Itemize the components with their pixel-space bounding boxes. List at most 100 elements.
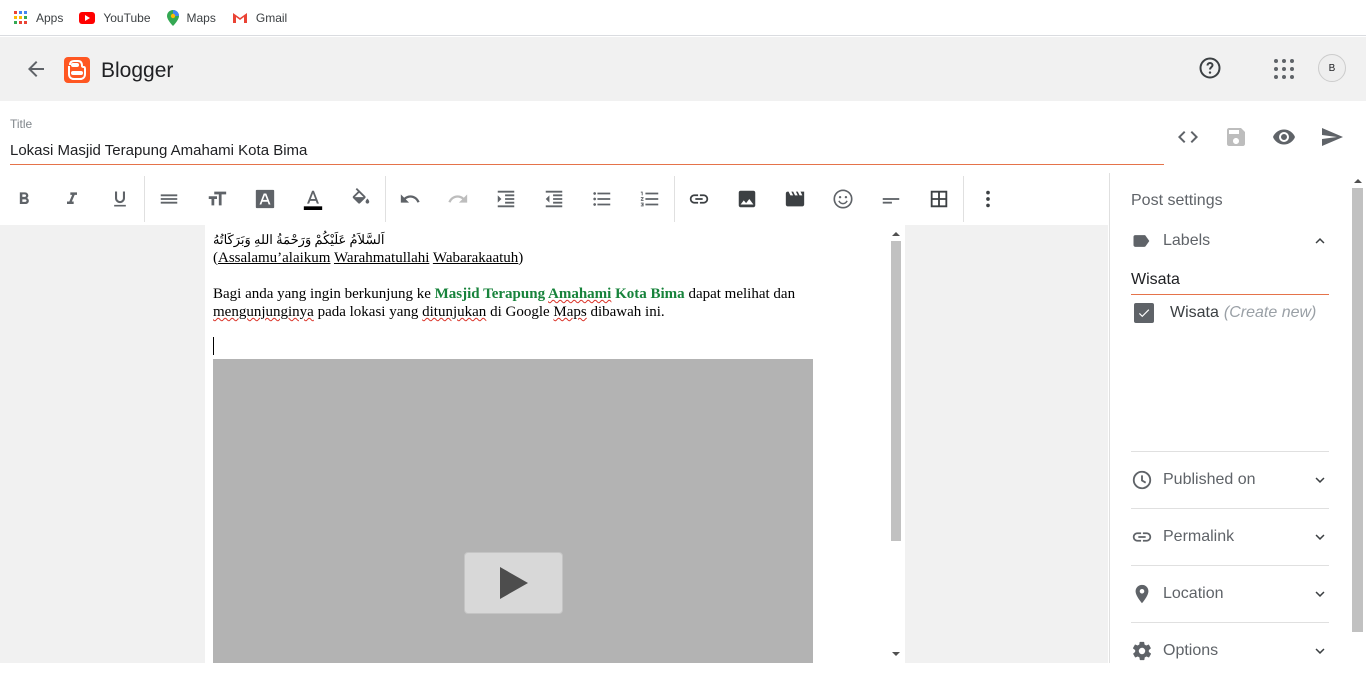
- check-icon: [1138, 309, 1150, 318]
- bookmark-gmail[interactable]: Gmail: [232, 11, 287, 25]
- google-apps-icon[interactable]: [1273, 58, 1295, 85]
- html-view-icon[interactable]: [1176, 125, 1200, 149]
- maps-pin-icon: [166, 9, 179, 26]
- location-pin-icon: [1131, 583, 1153, 605]
- labels-title: Labels: [1163, 232, 1211, 249]
- save-icon[interactable]: [1224, 125, 1248, 149]
- chevron-down-icon[interactable]: [1311, 471, 1329, 489]
- brand-name: Blogger: [101, 59, 174, 82]
- title-input[interactable]: [10, 141, 1164, 165]
- published-on-title: Published on: [1163, 471, 1256, 488]
- more-vert-icon[interactable]: [964, 175, 1012, 223]
- bookmarks-bar: Apps YouTube Maps Gmail: [0, 0, 1366, 36]
- text-span: mengunjunginya: [213, 304, 314, 320]
- text-color-icon[interactable]: [289, 175, 337, 223]
- post-settings-panel: Post settings Labels Wisata Wisata (Creat…: [1109, 173, 1366, 663]
- arabic-greeting: اَلسَّلاَمُ عَلَيْكُمْ وَرَحْمَةُ اللهِ …: [213, 232, 385, 247]
- highlight-text: Kota Bima: [611, 286, 685, 302]
- text-span: dibawah ini.: [586, 304, 665, 320]
- play-icon: [499, 567, 528, 599]
- title-label: Title: [10, 117, 33, 131]
- undo-icon[interactable]: [386, 175, 434, 223]
- gmail-icon: [232, 12, 247, 23]
- font-size-icon[interactable]: [193, 175, 241, 223]
- post-settings-title: Post settings: [1131, 192, 1223, 209]
- video-icon[interactable]: [771, 175, 819, 223]
- highlight-text: Amahami: [548, 286, 612, 302]
- post-content[interactable]: اَلسَّلاَمُ عَلَيْكُمْ وَرَحْمَةُ اللهِ …: [213, 231, 889, 360]
- create-new-label[interactable]: (Create new): [1224, 304, 1316, 322]
- back-arrow-icon[interactable]: [24, 57, 48, 81]
- scrollbar-thumb[interactable]: [891, 241, 901, 541]
- editor-canvas: اَلسَّلاَمُ عَلَيْكُمْ وَرَحْمَةُ اللهِ …: [0, 225, 1108, 663]
- text-span: Wabarakaatuh: [432, 250, 519, 266]
- checkbox-checked[interactable]: [1134, 303, 1154, 323]
- bookmark-label: YouTube: [103, 10, 151, 25]
- underline-icon[interactable]: [96, 175, 144, 223]
- settings-scrollbar[interactable]: [1350, 176, 1366, 663]
- paragraph: Bagi anda yang ingin berkunjung ke Masji…: [213, 285, 889, 303]
- scroll-up-icon[interactable]: [1350, 176, 1366, 186]
- separator-icon[interactable]: [867, 175, 915, 223]
- image-icon[interactable]: [723, 175, 771, 223]
- app-bar: Blogger B: [0, 37, 1366, 101]
- bookmark-label: Apps: [36, 10, 64, 25]
- avatar-text: B: [1328, 62, 1336, 74]
- apps-grid-icon: [14, 10, 27, 24]
- text-span: pada lokasi yang: [313, 304, 423, 320]
- bookmark-label: Gmail: [255, 10, 288, 25]
- greeting-transliteration: (Assalamu’alaikum Warahmatullahi Wabarak…: [213, 249, 889, 267]
- options-section[interactable]: Options: [1131, 623, 1329, 679]
- preview-eye-icon[interactable]: [1272, 125, 1296, 149]
- text-span: ): [518, 250, 524, 266]
- bookmark-maps[interactable]: Maps: [166, 9, 216, 26]
- label-input[interactable]: Wisata: [1131, 269, 1329, 295]
- link-icon[interactable]: [675, 175, 723, 223]
- youtube-icon: [79, 11, 96, 24]
- indent-icon[interactable]: [482, 175, 530, 223]
- redo-icon[interactable]: [434, 175, 482, 223]
- emoji-icon[interactable]: [819, 175, 867, 223]
- highlight-text: Masjid Terapung: [434, 286, 548, 302]
- permalink-section[interactable]: Permalink: [1131, 509, 1329, 565]
- format-paragraph-icon[interactable]: [145, 175, 193, 223]
- text-caret: [213, 337, 214, 355]
- table-icon[interactable]: [915, 175, 963, 223]
- fill-color-icon[interactable]: [337, 175, 385, 223]
- editor-scrollbar[interactable]: [889, 229, 903, 659]
- text-highlight-icon[interactable]: [241, 175, 289, 223]
- chevron-down-icon[interactable]: [1311, 642, 1329, 660]
- text-span: Maps: [553, 304, 587, 320]
- editor-toolbar: [0, 173, 1108, 225]
- post-body-editor[interactable]: اَلسَّلاَمُ عَلَيْكُمْ وَرَحْمَةُ اللهِ …: [205, 225, 905, 663]
- outdent-icon[interactable]: [530, 175, 578, 223]
- scrollbar-thumb[interactable]: [1352, 188, 1363, 632]
- blogger-logo[interactable]: [64, 57, 90, 83]
- location-title: Location: [1163, 585, 1224, 602]
- scroll-down-icon[interactable]: [889, 649, 903, 659]
- play-button[interactable]: [464, 552, 563, 614]
- bulleted-list-icon[interactable]: [578, 175, 626, 223]
- avatar[interactable]: B: [1318, 54, 1346, 82]
- scroll-up-icon[interactable]: [889, 229, 903, 239]
- help-icon[interactable]: [1198, 56, 1222, 85]
- published-on-section[interactable]: Published on: [1131, 452, 1329, 508]
- location-section[interactable]: Location: [1131, 566, 1329, 622]
- labels-section-header[interactable]: Labels: [1131, 213, 1329, 269]
- clock-icon: [1131, 469, 1153, 491]
- bookmark-youtube[interactable]: YouTube: [79, 10, 151, 25]
- chevron-down-icon[interactable]: [1311, 528, 1329, 546]
- paragraph: mengunjunginya pada lokasi yang ditunjuk…: [213, 303, 889, 321]
- post-actions: [1176, 125, 1366, 149]
- numbered-list-icon[interactable]: [626, 175, 674, 223]
- text-span: di Google: [486, 304, 554, 320]
- embedded-video[interactable]: [213, 359, 813, 663]
- italic-icon[interactable]: [48, 175, 96, 223]
- bold-icon[interactable]: [0, 175, 48, 223]
- label-option[interactable]: Wisata (Create new): [1134, 303, 1316, 323]
- bookmark-apps[interactable]: Apps: [14, 10, 64, 25]
- publish-send-icon[interactable]: [1320, 125, 1344, 149]
- chevron-down-icon[interactable]: [1311, 585, 1329, 603]
- chevron-up-icon[interactable]: [1311, 232, 1329, 250]
- permalink-title: Permalink: [1163, 528, 1235, 545]
